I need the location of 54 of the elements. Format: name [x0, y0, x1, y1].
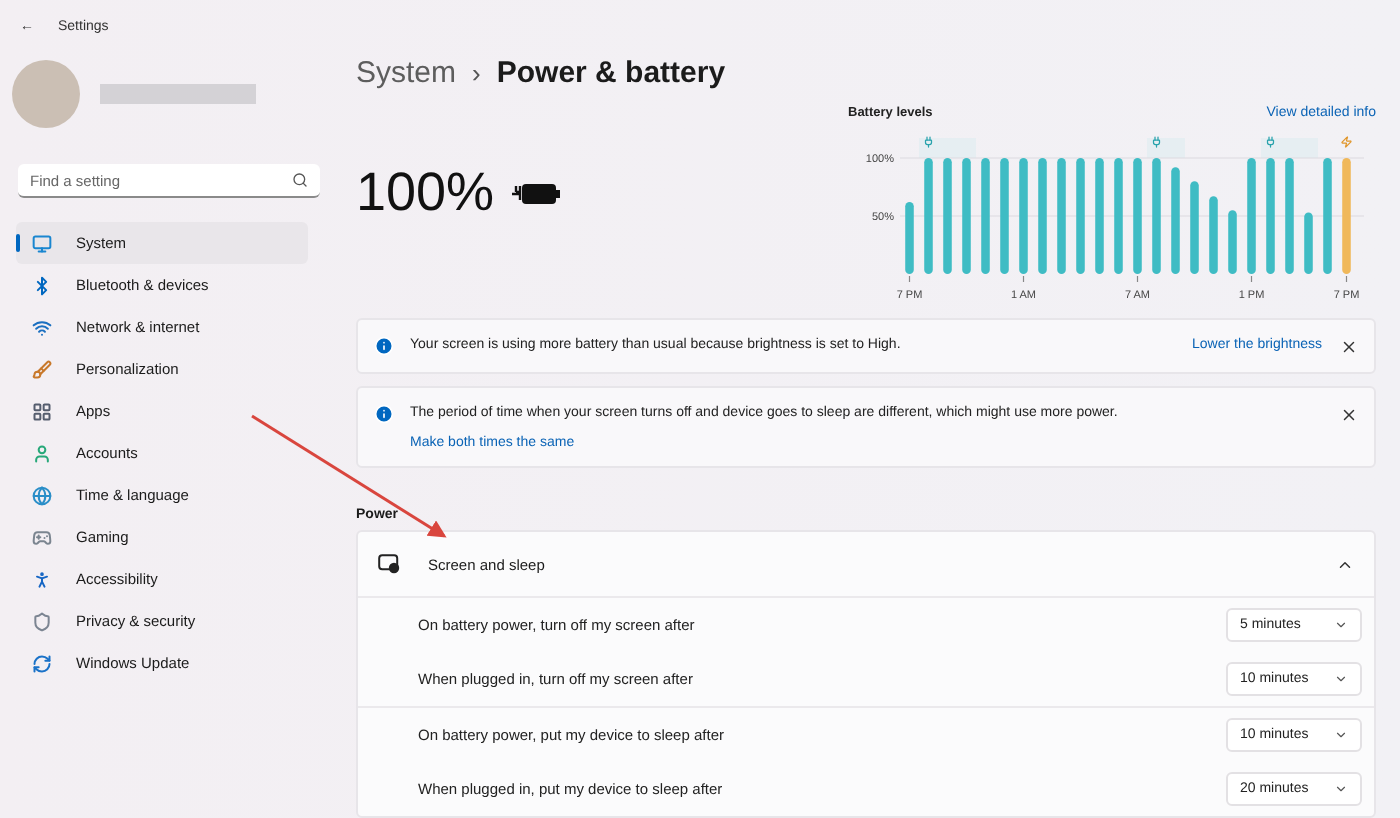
battery-level-bar: [1228, 210, 1237, 274]
chevron-down-icon: [1334, 782, 1348, 796]
globe-icon: [32, 485, 52, 505]
battery-level-bar: [943, 158, 952, 274]
bluetooth-icon: [32, 275, 52, 295]
plug-icon: [924, 136, 933, 148]
battery-level-bar: [981, 158, 990, 274]
battery-level-bar: [1076, 158, 1085, 274]
grid-icon: [32, 401, 52, 421]
battery-level-bar: [1285, 158, 1294, 274]
battery-level-bar: [905, 202, 914, 274]
battery-level-bar: [962, 158, 971, 274]
battery-level-bar: [1114, 158, 1123, 274]
accessibility-icon: [32, 569, 52, 589]
update-icon: [32, 653, 52, 673]
brush-icon: [32, 359, 52, 379]
battery-level-bar: [1057, 158, 1066, 274]
close-button[interactable]: [1338, 336, 1358, 356]
battery-level-bar: [1019, 158, 1028, 274]
breadcrumb-separator: ›: [472, 58, 481, 88]
battery-level-bar: [1095, 158, 1104, 274]
battery-level-bar: [1304, 212, 1313, 274]
wifi-icon: [32, 317, 52, 337]
avatar: [12, 60, 80, 128]
page-title: Power & battery: [496, 56, 726, 90]
battery-level-bar: [1133, 158, 1142, 274]
plug-icon: [1152, 136, 1161, 148]
battery-level-bar: [1152, 158, 1161, 274]
battery-level-bar: [1342, 158, 1351, 274]
battery-level-bar: [1266, 158, 1275, 274]
lightning-icon: [1341, 136, 1352, 148]
shield-icon: [32, 611, 52, 631]
person-icon: [32, 443, 52, 463]
breadcrumb-link[interactable]: System: [356, 56, 457, 90]
battery-level-bar: [1209, 196, 1218, 274]
battery-level-bar: [1247, 158, 1256, 274]
battery-level-bar: [1323, 158, 1332, 274]
battery-level-bar: [1000, 158, 1009, 274]
battery-level-bar: [1038, 158, 1047, 274]
monitor-icon: [32, 233, 52, 253]
plug-icon: [1266, 136, 1275, 148]
battery-level-bar: [1190, 181, 1199, 274]
screen-sleep-icon: [378, 554, 400, 574]
battery-percentage: 100%: [356, 162, 495, 224]
info-icon: [374, 404, 394, 424]
info-icon: [374, 336, 394, 356]
chevron-down-icon: [1334, 672, 1348, 686]
chevron-down-icon: [1334, 618, 1348, 632]
close-button[interactable]: [1338, 404, 1358, 424]
search-icon: [292, 172, 308, 188]
chevron-down-icon: [1334, 728, 1348, 742]
gamepad-icon: [32, 527, 52, 547]
battery-level-bar: [1171, 167, 1180, 274]
battery-level-bar: [924, 158, 933, 274]
